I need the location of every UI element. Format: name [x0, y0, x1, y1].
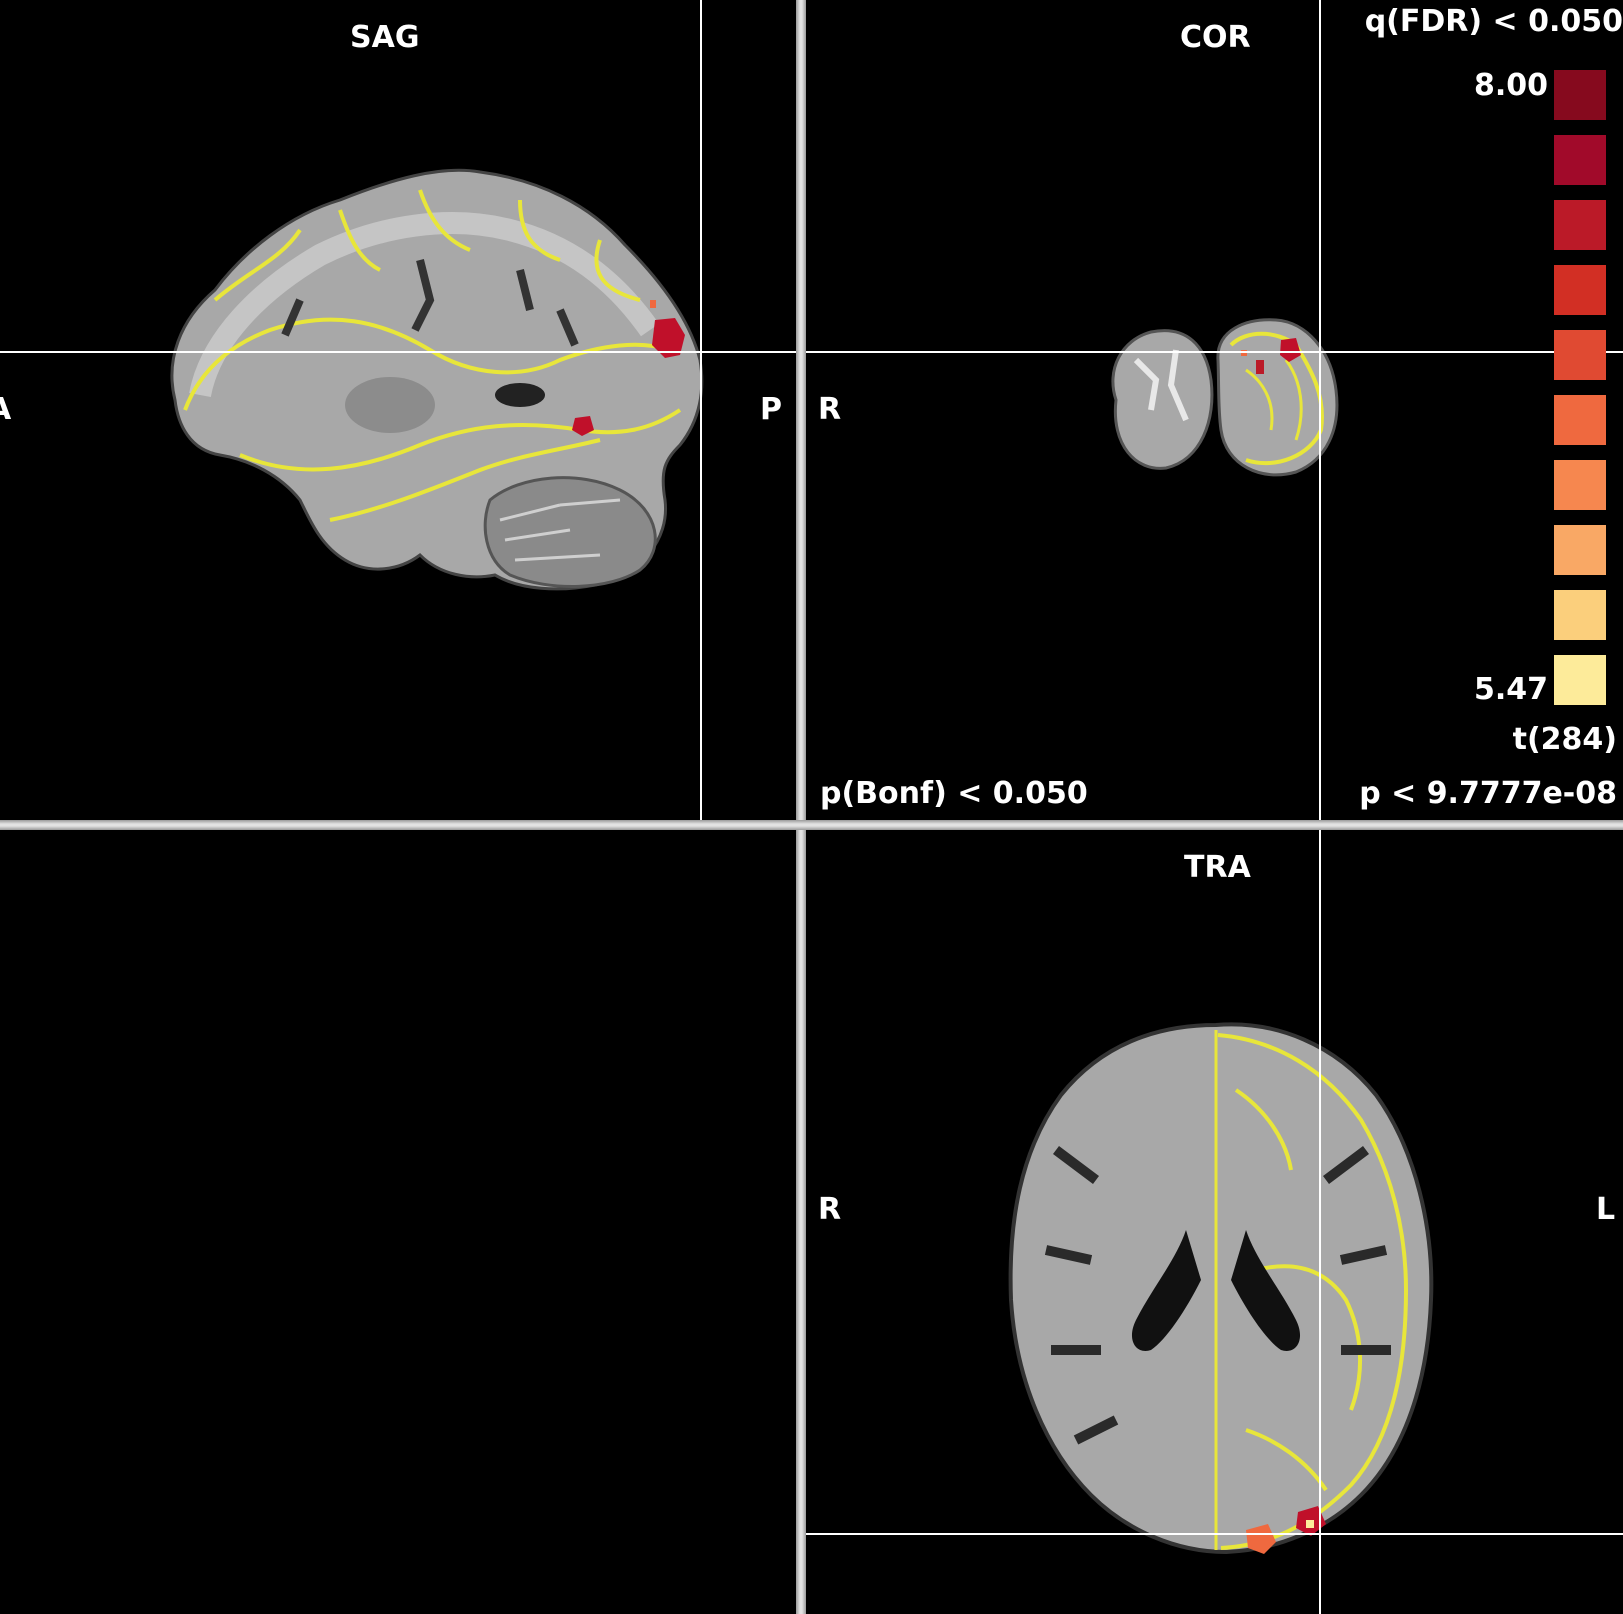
coronal-viewport[interactable]: COR R q(FDR) < 0.050 8.00 5.47 t(284) p … [806, 0, 1623, 820]
legend-stat-label: t(284) [1512, 722, 1617, 757]
legend-swatch-10 [1554, 655, 1606, 705]
coronal-right-label: R [818, 392, 842, 427]
transverse-brain-slice[interactable] [806, 830, 1623, 1614]
empty-viewport[interactable] [0, 830, 796, 1614]
sagittal-crosshair-vertical [700, 0, 702, 820]
legend-swatch-3 [1554, 200, 1606, 250]
transverse-viewport[interactable]: TRA R L [806, 830, 1623, 1614]
coronal-crosshair-horizontal [806, 351, 1623, 353]
legend-swatch-1 [1554, 70, 1606, 120]
legend-fdr-header: q(FDR) < 0.050 [1364, 4, 1623, 39]
legend-swatch-8 [1554, 525, 1606, 575]
legend-swatch-5 [1554, 330, 1606, 380]
sagittal-brain-slice[interactable] [0, 0, 796, 820]
legend-swatch-4 [1554, 265, 1606, 315]
transverse-crosshair-vertical [1319, 830, 1321, 1614]
transverse-left-label: L [1596, 1192, 1616, 1227]
sagittal-anterior-label: A [0, 392, 11, 427]
legend-swatch-2 [1554, 135, 1606, 185]
legend-max-value: 8.00 [1474, 68, 1549, 103]
sagittal-viewport[interactable]: SAG A P [0, 0, 796, 820]
viewport-splitter-horizontal[interactable] [0, 820, 1623, 830]
coronal-crosshair-vertical [1319, 0, 1321, 820]
transverse-title: TRA [1184, 850, 1251, 885]
legend-p-threshold: p < 9.7777e-08 [1359, 776, 1617, 811]
legend-bonferroni-label: p(Bonf) < 0.050 [820, 776, 1088, 811]
viewport-splitter-vertical[interactable] [796, 0, 806, 1614]
coronal-title: COR [1180, 20, 1251, 55]
transverse-right-label: R [818, 1192, 842, 1227]
transverse-crosshair-horizontal [806, 1533, 1623, 1535]
sagittal-title: SAG [350, 20, 420, 55]
sagittal-posterior-label: P [760, 392, 782, 427]
sagittal-crosshair-horizontal [0, 351, 796, 353]
legend-min-value: 5.47 [1474, 672, 1549, 707]
legend-swatch-7 [1554, 460, 1606, 510]
legend-swatch-9 [1554, 590, 1606, 640]
legend-swatch-6 [1554, 395, 1606, 445]
